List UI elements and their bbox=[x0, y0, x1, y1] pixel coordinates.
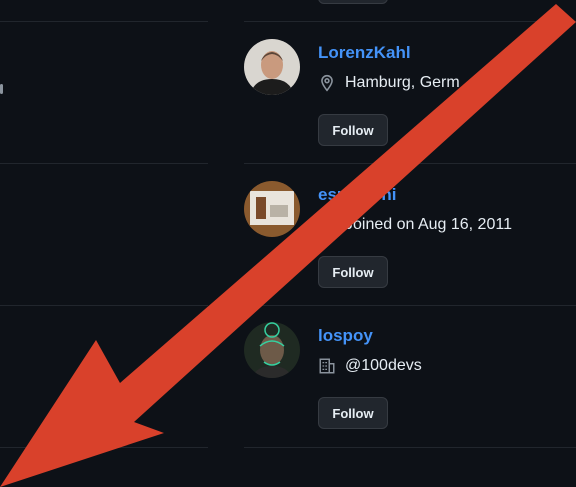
user-organization: @100devs bbox=[318, 356, 422, 376]
follow-button[interactable]: Follow bbox=[318, 256, 388, 288]
divider bbox=[0, 21, 208, 22]
organization-icon bbox=[318, 357, 336, 375]
avatar[interactable] bbox=[244, 181, 300, 237]
user-joined-text: Joined on Aug 16, 2011 bbox=[345, 216, 512, 233]
follow-button[interactable]: Follow bbox=[318, 397, 388, 429]
user-location: Hamburg, Germ bbox=[318, 73, 460, 93]
following-list-page: LorenzKahl Hamburg, Germ Follow esmuschi… bbox=[0, 0, 576, 487]
clock-icon bbox=[318, 216, 336, 234]
user-card: esmuschi Joined on Aug 16, 2011 Follow bbox=[0, 181, 576, 323]
follow-button-partial[interactable] bbox=[318, 0, 388, 4]
user-card: lospoy @100devs Follow bbox=[0, 322, 576, 464]
follow-button[interactable]: Follow bbox=[318, 114, 388, 146]
user-location-text: Hamburg, Germ bbox=[345, 74, 460, 91]
avatar[interactable] bbox=[244, 322, 300, 378]
user-card: LorenzKahl Hamburg, Germ Follow bbox=[0, 39, 576, 181]
username-link[interactable]: esmuschi bbox=[318, 185, 396, 205]
user-organization-text: @100devs bbox=[345, 357, 422, 374]
username-link[interactable]: lospoy bbox=[318, 326, 373, 346]
location-icon bbox=[318, 74, 336, 92]
username-link[interactable]: LorenzKahl bbox=[318, 43, 411, 63]
avatar[interactable] bbox=[244, 39, 300, 95]
divider bbox=[244, 21, 576, 22]
user-joined: Joined on Aug 16, 2011 bbox=[318, 215, 512, 235]
